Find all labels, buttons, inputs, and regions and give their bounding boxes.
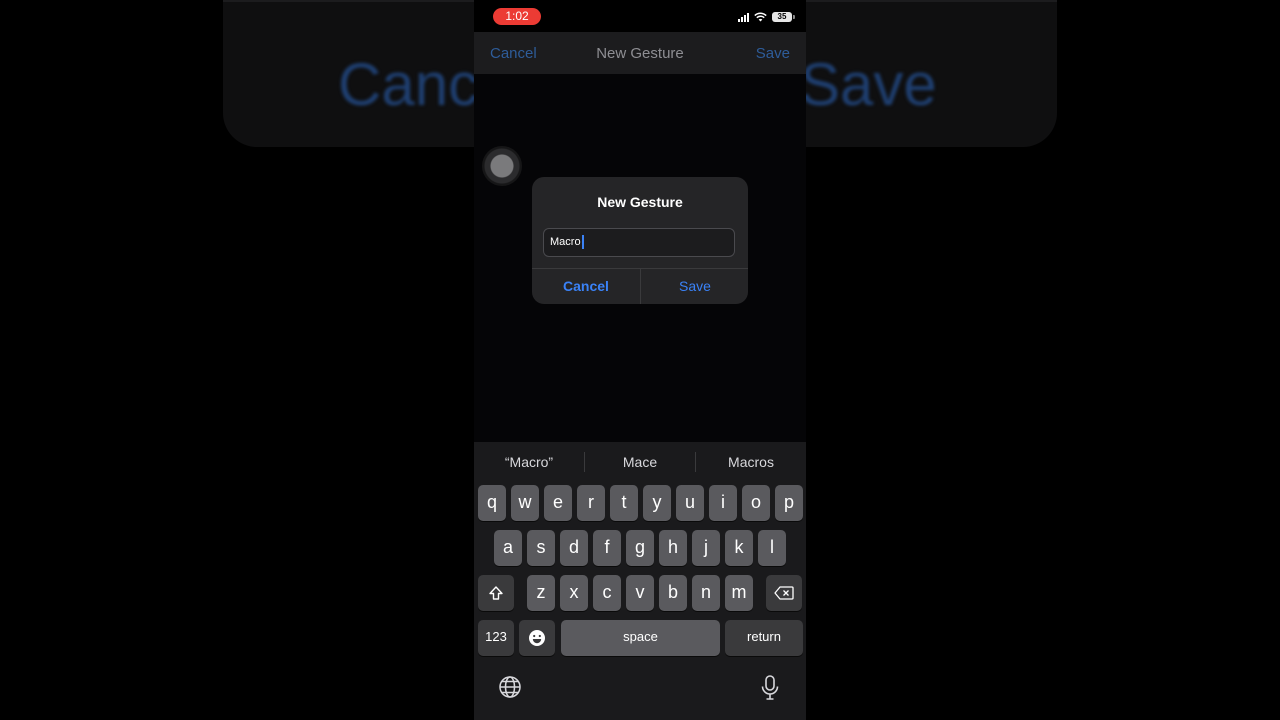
- microphone-icon: [761, 675, 779, 700]
- space-key[interactable]: space: [561, 620, 720, 656]
- key-m[interactable]: m: [725, 575, 753, 611]
- text-cursor: [581, 235, 584, 250]
- key-j[interactable]: j: [692, 530, 720, 566]
- key-e[interactable]: e: [544, 485, 572, 521]
- backspace-icon: [774, 586, 794, 600]
- emoji-key[interactable]: [519, 620, 555, 656]
- suggestion-item[interactable]: Mace: [585, 454, 695, 470]
- key-c[interactable]: c: [593, 575, 621, 611]
- wifi-icon: [754, 12, 767, 22]
- touch-point-indicator: [482, 146, 522, 186]
- key-u[interactable]: u: [676, 485, 704, 521]
- numbers-key[interactable]: 123: [478, 620, 514, 656]
- emoji-icon: [529, 630, 545, 647]
- key-h[interactable]: h: [659, 530, 687, 566]
- key-i[interactable]: i: [709, 485, 737, 521]
- shift-key[interactable]: [478, 575, 514, 611]
- globe-button[interactable]: [498, 675, 522, 705]
- background-save-text: Save: [800, 51, 937, 118]
- key-b[interactable]: b: [659, 575, 687, 611]
- key-d[interactable]: d: [560, 530, 588, 566]
- suggestion-item[interactable]: Macros: [696, 454, 806, 470]
- navigation-bar: Cancel New Gesture Save: [474, 32, 806, 74]
- key-p[interactable]: p: [775, 485, 803, 521]
- key-z[interactable]: z: [527, 575, 555, 611]
- background-cancel-text: Canc: [338, 51, 479, 118]
- key-a[interactable]: a: [494, 530, 522, 566]
- key-q[interactable]: q: [478, 485, 506, 521]
- key-k[interactable]: k: [725, 530, 753, 566]
- key-l[interactable]: l: [758, 530, 786, 566]
- dialog-cancel-button[interactable]: Cancel: [532, 269, 640, 304]
- gesture-name-value: Macro: [550, 236, 581, 248]
- dictation-button[interactable]: [760, 675, 780, 707]
- key-f[interactable]: f: [593, 530, 621, 566]
- status-time: 1:02: [493, 8, 541, 25]
- phone-screen: 1:02 35 Cancel New Gesture Save New Gest…: [474, 0, 806, 720]
- key-r[interactable]: r: [577, 485, 605, 521]
- new-gesture-dialog: New Gesture Macro Cancel Save: [532, 177, 748, 304]
- key-y[interactable]: y: [643, 485, 671, 521]
- key-x[interactable]: x: [560, 575, 588, 611]
- gesture-name-input[interactable]: Macro: [543, 228, 735, 257]
- status-bar: 1:02 35: [474, 0, 806, 32]
- suggestion-item[interactable]: “Macro”: [474, 454, 584, 470]
- key-s[interactable]: s: [527, 530, 555, 566]
- cellular-signal-icon: [738, 12, 749, 22]
- key-o[interactable]: o: [742, 485, 770, 521]
- keyboard: “Macro” Mace Macros q w e r t y u i o p …: [474, 442, 806, 720]
- key-w[interactable]: w: [511, 485, 539, 521]
- globe-icon: [499, 676, 521, 698]
- key-v[interactable]: v: [626, 575, 654, 611]
- shift-icon: [489, 586, 503, 600]
- status-icons: 35: [738, 12, 795, 22]
- dialog-title: New Gesture: [597, 194, 683, 210]
- key-g[interactable]: g: [626, 530, 654, 566]
- nav-save-button[interactable]: Save: [756, 45, 790, 62]
- return-key[interactable]: return: [725, 620, 803, 656]
- suggestion-bar: “Macro” Mace Macros: [474, 442, 806, 482]
- key-n[interactable]: n: [692, 575, 720, 611]
- battery-icon: 35: [772, 12, 795, 22]
- delete-key[interactable]: [766, 575, 802, 611]
- dialog-save-button[interactable]: Save: [641, 269, 748, 304]
- key-t[interactable]: t: [610, 485, 638, 521]
